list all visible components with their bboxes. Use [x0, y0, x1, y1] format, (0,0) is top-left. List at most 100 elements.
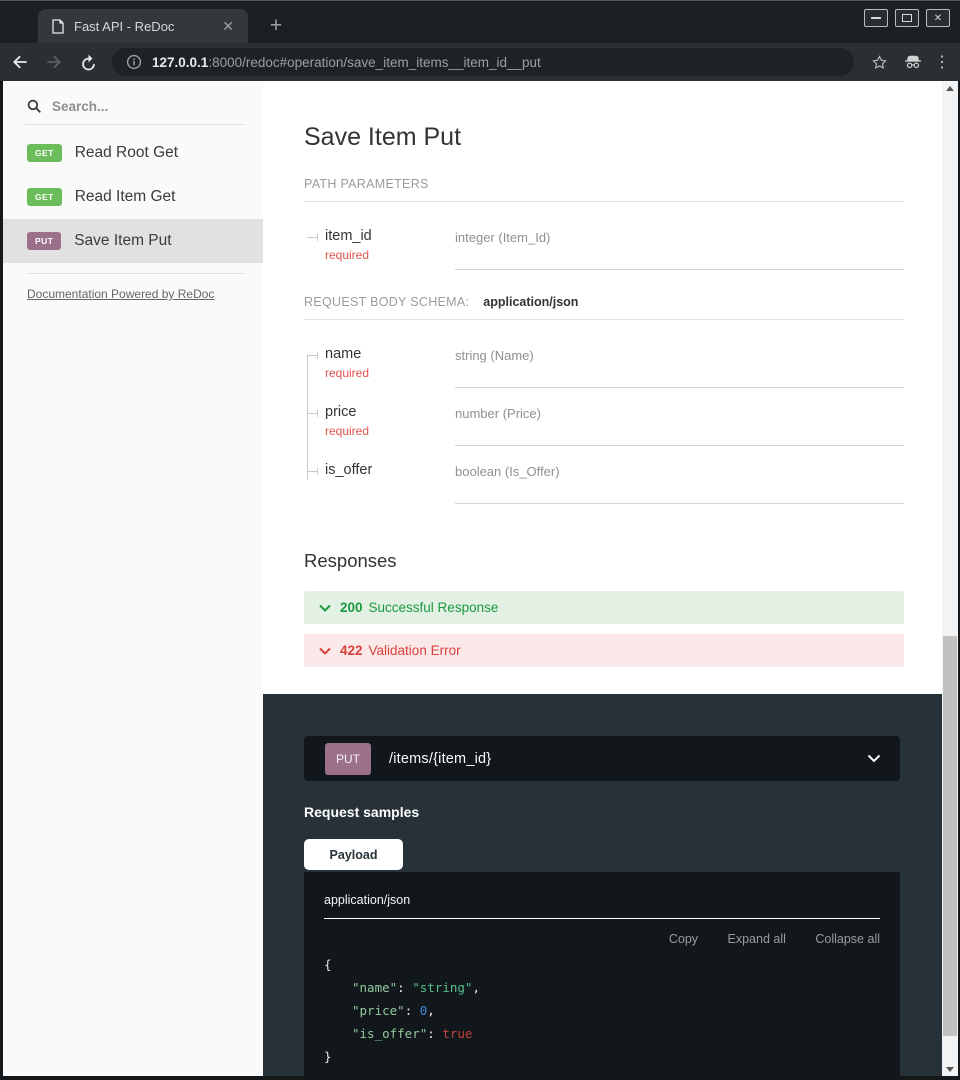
field-row-name: name required string (Name) — [304, 346, 904, 388]
browser-menu-icon[interactable]: ⋮ — [934, 52, 950, 72]
field-name: name — [325, 346, 455, 362]
response-code: 422 — [340, 643, 363, 658]
method-badge: PUT — [325, 743, 371, 775]
method-badge: GET — [27, 188, 62, 206]
schema-content-type: application/json — [483, 295, 578, 309]
sidebar-item-label: Read Root Get — [75, 144, 178, 162]
reload-button[interactable] — [74, 48, 102, 76]
path-parameters-heading: PATH PARAMETERS — [304, 177, 904, 202]
sidebar-item-label: Read Item Get — [75, 188, 176, 206]
code-boolean-value: true — [442, 1026, 472, 1041]
window-controls: ✕ — [864, 9, 950, 27]
tab-payload[interactable]: Payload — [304, 839, 403, 870]
scroll-up-button[interactable] — [942, 81, 958, 95]
content-type-label: application/json — [324, 893, 880, 919]
tab-title: Fast API - ReDoc — [74, 19, 218, 34]
sidebar-item-label: Save Item Put — [74, 232, 171, 250]
url-host: 127.0.0.1 — [152, 55, 208, 70]
response-code: 200 — [340, 600, 363, 615]
required-flag: required — [325, 248, 455, 262]
endpoint-path: /items/{item_id} — [389, 751, 867, 767]
sidebar-item-save-item-put[interactable]: PUT Save Item Put — [3, 219, 263, 263]
response-label: Validation Error — [369, 643, 461, 658]
param-name: item_id — [325, 228, 455, 244]
method-badge: GET — [27, 144, 62, 162]
response-label: Successful Response — [369, 600, 499, 615]
maximize-button[interactable] — [895, 9, 919, 27]
browser-window: Fast API - ReDoc ✕ + ✕ 127.0.0.1:8000/re… — [0, 0, 960, 1080]
search-box[interactable] — [25, 91, 245, 125]
field-row-price: price required number (Price) — [304, 404, 904, 446]
site-info-icon[interactable] — [126, 54, 142, 70]
scrollbar-thumb[interactable] — [943, 636, 957, 1036]
json-code-sample: { "name": "string", "price": 0, "is_offe… — [324, 953, 880, 1068]
code-key: "name" — [352, 980, 397, 995]
minimize-button[interactable] — [864, 9, 888, 27]
tree-tick-icon — [307, 413, 318, 414]
new-tab-button[interactable]: + — [262, 12, 290, 40]
request-samples-heading: Request samples — [304, 804, 900, 820]
search-icon — [27, 99, 42, 114]
browser-tab[interactable]: Fast API - ReDoc ✕ — [38, 9, 248, 43]
path-parameters-table: item_id required integer (Item_Id) — [304, 228, 904, 270]
scroll-down-button[interactable] — [942, 1062, 958, 1076]
response-200[interactable]: 200 Successful Response — [304, 591, 904, 624]
chevron-down-icon — [319, 647, 331, 655]
schema-label: REQUEST BODY SCHEMA: — [304, 295, 469, 309]
back-button[interactable] — [6, 48, 34, 76]
collapse-all-button[interactable]: Collapse all — [815, 932, 880, 946]
sidebar: GET Read Root Get GET Read Item Get PUT … — [3, 81, 263, 1076]
operation-doc: Save Item Put PATH PARAMETERS item_id re… — [263, 81, 942, 694]
page-favicon-icon — [52, 19, 64, 34]
code-close-brace: } — [324, 1049, 332, 1064]
param-name-cell: item_id required — [304, 228, 455, 270]
code-sample-panel: application/json Copy Expand all Collaps… — [304, 872, 900, 1076]
param-row-item-id: item_id required integer (Item_Id) — [304, 228, 904, 270]
field-name-cell: price required — [304, 404, 455, 446]
copy-button[interactable]: Copy — [669, 932, 698, 946]
field-name-cell: name required — [304, 346, 455, 388]
redoc-powered-link[interactable]: Documentation Powered by ReDoc — [27, 287, 214, 301]
tree-tick-icon — [307, 237, 318, 238]
browser-toolbar: 127.0.0.1:8000/redoc#operation/save_item… — [0, 43, 960, 81]
page-content: GET Read Root Get GET Read Item Get PUT … — [3, 81, 958, 1076]
required-flag: required — [325, 424, 455, 438]
search-input[interactable] — [52, 99, 222, 114]
forward-button[interactable] — [40, 48, 68, 76]
code-key: "is_offer" — [352, 1026, 427, 1041]
scrollbar[interactable] — [942, 81, 958, 1076]
url-bar[interactable]: 127.0.0.1:8000/redoc#operation/save_item… — [112, 48, 854, 76]
incognito-icon — [900, 49, 926, 75]
expand-all-button[interactable]: Expand all — [728, 932, 786, 946]
tab-bar: Fast API - ReDoc ✕ + ✕ — [0, 2, 960, 43]
code-open-brace: { — [324, 957, 332, 972]
chevron-down-icon — [867, 754, 881, 763]
sidebar-item-read-item-get[interactable]: GET Read Item Get — [3, 175, 263, 219]
sidebar-item-read-root-get[interactable]: GET Read Root Get — [3, 131, 263, 175]
sidebar-divider — [27, 273, 245, 274]
request-body-schema-heading: REQUEST BODY SCHEMA: application/json — [304, 295, 904, 320]
responses-heading: Responses — [304, 550, 904, 572]
main-area: Save Item Put PATH PARAMETERS item_id re… — [263, 81, 942, 1076]
bookmark-star-icon[interactable] — [866, 49, 892, 75]
field-name: is_offer — [325, 462, 455, 478]
body-schema-table: name required string (Name) price requir… — [304, 346, 904, 504]
tab-close-icon[interactable]: ✕ — [218, 17, 238, 35]
endpoint-dropdown[interactable]: PUT /items/{item_id} — [304, 736, 900, 781]
field-name-cell: is_offer — [304, 462, 455, 504]
url-text: 127.0.0.1:8000/redoc#operation/save_item… — [152, 55, 541, 70]
method-badge: PUT — [27, 232, 61, 250]
page-title: Save Item Put — [304, 123, 904, 152]
param-type: integer (Item_Id) — [455, 228, 904, 270]
code-actions: Copy Expand all Collapse all — [324, 932, 880, 946]
url-path: :8000/redoc#operation/save_item_items__i… — [208, 55, 540, 70]
close-button[interactable]: ✕ — [926, 9, 950, 27]
response-422[interactable]: 422 Validation Error — [304, 634, 904, 667]
tree-tick-icon — [307, 471, 318, 472]
field-type: string (Name) — [455, 346, 904, 388]
field-type: number (Price) — [455, 404, 904, 446]
code-string-value: "string" — [412, 980, 472, 995]
code-key: "price" — [352, 1003, 405, 1018]
required-flag: required — [325, 366, 455, 380]
field-row-is-offer: is_offer boolean (Is_Offer) — [304, 462, 904, 504]
